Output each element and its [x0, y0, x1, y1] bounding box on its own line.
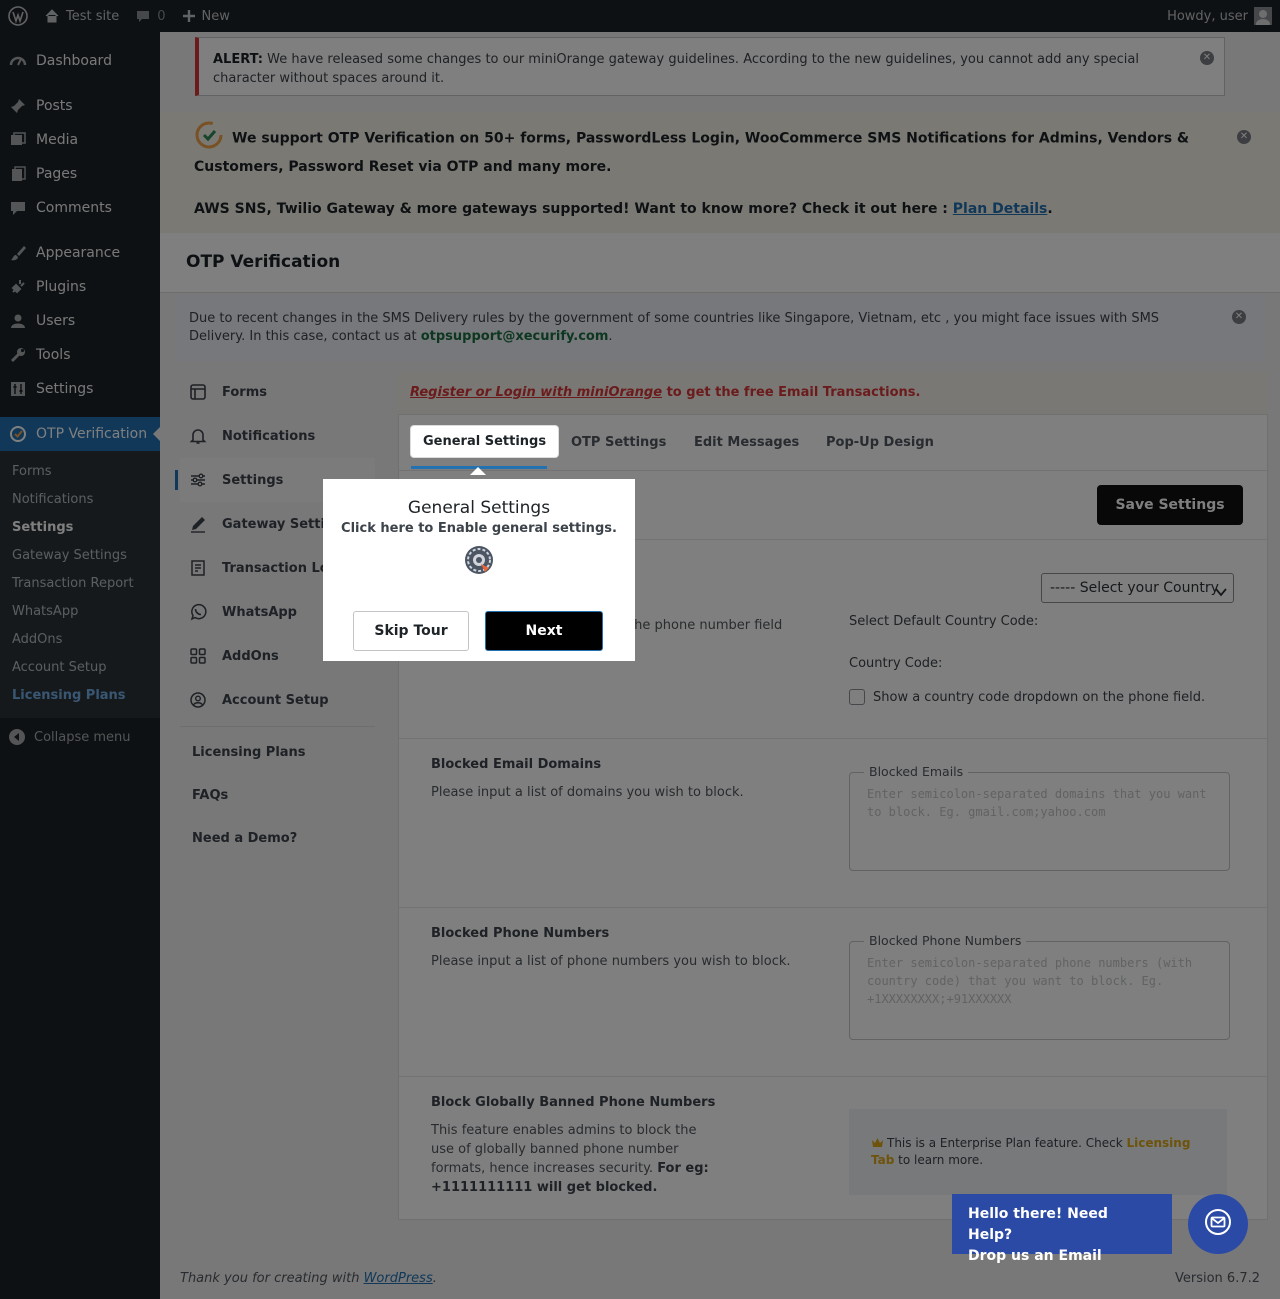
gear-icon: [323, 544, 635, 576]
tour-title: General Settings: [407, 498, 551, 518]
tour-popup: General Settings Click here to Enable ge…: [323, 479, 635, 661]
mail-icon: [1204, 1208, 1232, 1240]
next-button[interactable]: Next: [485, 611, 603, 651]
help-bubble[interactable]: Hello there! Need Help? Drop us an Email: [952, 1194, 1172, 1264]
tour-subtitle: Click here to Enable general settings.: [341, 521, 617, 536]
help-line-2: Drop us an Email: [968, 1248, 1102, 1264]
email-support-button[interactable]: [1188, 1194, 1248, 1254]
skip-tour-button[interactable]: Skip Tour: [353, 611, 469, 651]
tab-general-settings[interactable]: General Settings: [411, 426, 559, 457]
tour-overlay[interactable]: [0, 0, 1280, 1299]
tour-pointer: [470, 467, 486, 475]
help-line-1: Hello there! Need Help?: [968, 1206, 1108, 1243]
